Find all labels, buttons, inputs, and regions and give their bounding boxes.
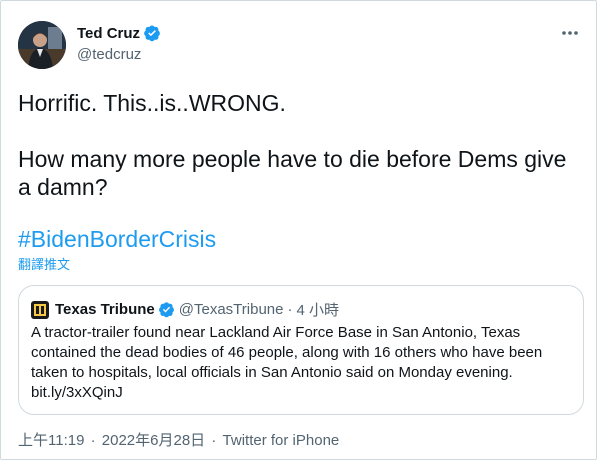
- translate-tweet-link[interactable]: 翻譯推文: [18, 257, 70, 273]
- quoted-timestamp[interactable]: 4 小時: [296, 299, 339, 320]
- author-handle[interactable]: @tedcruz: [77, 46, 141, 63]
- hashtag-link[interactable]: #BidenBorderCrisis: [18, 225, 216, 253]
- quoted-author-handle: @TexasTribune: [178, 301, 284, 318]
- author-name-row: Ted Cruz: [77, 24, 161, 42]
- tweet-text: Horrific. This..is..WRONG. How many more…: [18, 90, 567, 200]
- tweet-date[interactable]: 2022年6月28日: [102, 432, 205, 449]
- verified-badge-icon: [158, 301, 175, 318]
- author-name[interactable]: Ted Cruz: [77, 25, 140, 42]
- tweet-card: Ted Cruz @tedcruz Horrific. This..is..WR…: [0, 0, 597, 460]
- quoted-tweet-text: A tractor-trailer found near Lackland Ai…: [31, 324, 543, 401]
- avatar[interactable]: [18, 21, 66, 69]
- texas-tribune-logo-icon: [31, 300, 49, 319]
- metadata-separator: ·: [90, 432, 96, 449]
- metadata-separator: ·: [211, 432, 217, 449]
- quoted-tweet-header: Texas Tribune @TexasTribune · 4 小時: [31, 299, 339, 320]
- verified-badge-icon: [143, 24, 161, 42]
- quoted-tweet[interactable]: Texas Tribune @TexasTribune · 4 小時 A tra…: [18, 285, 584, 415]
- quoted-separator: ·: [287, 301, 293, 318]
- tweet-source: Twitter for iPhone: [222, 432, 340, 449]
- tweet-metadata: 上午11:19 · 2022年6月28日 · Twitter for iPhon…: [18, 431, 339, 451]
- more-horizontal-icon[interactable]: [560, 23, 580, 43]
- tweet-time[interactable]: 上午11:19: [18, 432, 84, 449]
- quoted-author-name: Texas Tribune: [55, 301, 155, 318]
